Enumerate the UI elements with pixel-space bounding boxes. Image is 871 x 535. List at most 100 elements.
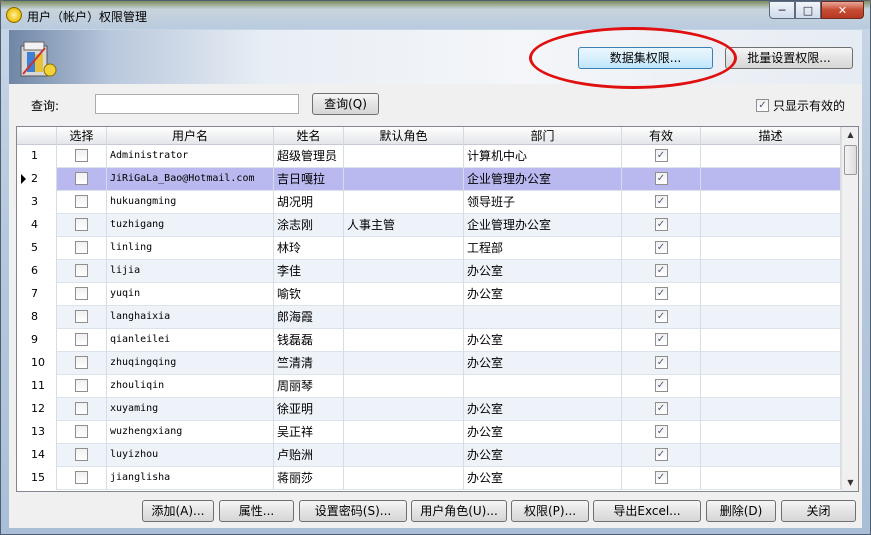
valid-cell[interactable]: ✓ (622, 398, 701, 421)
select-cell[interactable] (57, 191, 107, 214)
select-checkbox[interactable] (75, 218, 88, 231)
close-window-button[interactable]: ✕ (821, 1, 864, 19)
valid-cell[interactable]: ✓ (622, 191, 701, 214)
title-bar[interactable]: 用户（帐户）权限管理 ─ □ ✕ (1, 1, 870, 29)
valid-cell[interactable]: ✓ (622, 421, 701, 444)
select-cell[interactable] (57, 283, 107, 306)
maximize-button[interactable]: □ (795, 1, 821, 19)
row-number[interactable]: 10 (17, 352, 57, 375)
row-number[interactable]: 1 (17, 145, 57, 168)
valid-cell[interactable]: ✓ (622, 306, 701, 329)
table-row[interactable]: 5 linling 林玲 工程部 ✓ (17, 237, 841, 260)
valid-cell[interactable]: ✓ (622, 168, 701, 191)
table-row[interactable]: 11 zhouliqin 周丽琴 ✓ (17, 375, 841, 398)
row-number[interactable]: 6 (17, 260, 57, 283)
select-checkbox[interactable] (75, 471, 88, 484)
select-cell[interactable] (57, 260, 107, 283)
select-checkbox[interactable] (75, 379, 88, 392)
valid-cell[interactable]: ✓ (622, 352, 701, 375)
valid-checkbox[interactable]: ✓ (654, 402, 668, 415)
properties-button[interactable]: 属性... (219, 500, 294, 522)
select-cell[interactable] (57, 444, 107, 467)
close-button[interactable]: 关闭 (781, 500, 856, 522)
row-number[interactable]: 15 (17, 467, 57, 490)
header-valid[interactable]: 有效 (622, 127, 701, 145)
set-password-button[interactable]: 设置密码(S)... (299, 500, 407, 522)
valid-checkbox[interactable]: ✓ (654, 356, 668, 369)
user-grid[interactable]: 选择 用户名 姓名 默认角色 部门 有效 描述 1 Administrator 超级… (16, 126, 859, 492)
permissions-button[interactable]: 权限(P)... (511, 500, 589, 522)
table-row[interactable]: 4 tuzhigang 涂志刚 人事主管 企业管理办公室 ✓ (17, 214, 841, 237)
minimize-button[interactable]: ─ (769, 1, 795, 19)
valid-cell[interactable]: ✓ (622, 260, 701, 283)
select-checkbox[interactable] (75, 241, 88, 254)
user-roles-button[interactable]: 用户角色(U)... (411, 500, 507, 522)
valid-checkbox[interactable]: ✓ (654, 287, 668, 300)
valid-checkbox[interactable]: ✓ (654, 333, 668, 346)
select-checkbox[interactable] (75, 448, 88, 461)
select-cell[interactable] (57, 352, 107, 375)
search-input[interactable] (95, 94, 299, 114)
select-checkbox[interactable] (75, 333, 88, 346)
select-cell[interactable] (57, 306, 107, 329)
table-row[interactable]: 12 xuyaming 徐亚明 办公室 ✓ (17, 398, 841, 421)
row-number[interactable]: 14 (17, 444, 57, 467)
row-number[interactable]: 2 (17, 168, 57, 191)
select-checkbox[interactable] (75, 402, 88, 415)
search-button[interactable]: 查询(Q) (312, 93, 379, 115)
valid-checkbox[interactable]: ✓ (654, 425, 668, 438)
vertical-scrollbar[interactable]: ▲ ▼ (841, 127, 858, 491)
select-checkbox[interactable] (75, 287, 88, 300)
row-number[interactable]: 7 (17, 283, 57, 306)
select-cell[interactable] (57, 237, 107, 260)
row-number[interactable]: 5 (17, 237, 57, 260)
export-excel-button[interactable]: 导出Excel... (593, 500, 701, 522)
only-valid-filter[interactable]: ✓ 只显示有效的 (756, 97, 845, 114)
valid-cell[interactable]: ✓ (622, 467, 701, 490)
header-description[interactable]: 描述 (701, 127, 841, 145)
row-number[interactable]: 8 (17, 306, 57, 329)
table-row[interactable]: 14 luyizhou 卢贻洲 办公室 ✓ (17, 444, 841, 467)
scroll-down-icon[interactable]: ▼ (843, 475, 858, 491)
header-name[interactable]: 姓名 (274, 127, 344, 145)
select-checkbox[interactable] (75, 195, 88, 208)
delete-button[interactable]: 删除(D) (706, 500, 776, 522)
valid-cell[interactable]: ✓ (622, 329, 701, 352)
select-checkbox[interactable] (75, 264, 88, 277)
batch-permission-button[interactable]: 批量设置权限... (725, 47, 853, 69)
valid-checkbox[interactable]: ✓ (654, 379, 668, 392)
table-row[interactable]: 10 zhuqingqing 竺清清 办公室 ✓ (17, 352, 841, 375)
valid-checkbox[interactable]: ✓ (654, 471, 668, 484)
select-checkbox[interactable] (75, 172, 88, 185)
header-select[interactable]: 选择 (57, 127, 107, 145)
valid-cell[interactable]: ✓ (622, 214, 701, 237)
select-cell[interactable] (57, 421, 107, 444)
valid-checkbox[interactable]: ✓ (654, 218, 668, 231)
table-row[interactable]: 7 yuqin 喻钦 办公室 ✓ (17, 283, 841, 306)
select-cell[interactable] (57, 214, 107, 237)
only-valid-checkbox[interactable]: ✓ (756, 99, 769, 112)
table-row[interactable]: 8 langhaixia 郎海霞 ✓ (17, 306, 841, 329)
table-row[interactable]: 6 lijia 李佳 办公室 ✓ (17, 260, 841, 283)
valid-checkbox[interactable]: ✓ (654, 264, 668, 277)
header-default-role[interactable]: 默认角色 (344, 127, 464, 145)
select-cell[interactable] (57, 168, 107, 191)
valid-cell[interactable]: ✓ (622, 283, 701, 306)
valid-checkbox[interactable]: ✓ (654, 241, 668, 254)
select-checkbox[interactable] (75, 356, 88, 369)
header-username[interactable]: 用户名 (107, 127, 274, 145)
valid-checkbox[interactable]: ✓ (654, 195, 668, 208)
row-number[interactable]: 9 (17, 329, 57, 352)
table-row[interactable]: 1 Administrator 超级管理员 计算机中心 ✓ (17, 145, 841, 168)
table-row[interactable]: 9 qianleilei 钱磊磊 办公室 ✓ (17, 329, 841, 352)
row-number[interactable]: 4 (17, 214, 57, 237)
select-cell[interactable] (57, 329, 107, 352)
row-number[interactable]: 11 (17, 375, 57, 398)
table-row[interactable]: 2 JiRiGaLa_Bao@Hotmail.com 吉日嘎拉 企业管理办公室 ✓ (17, 168, 841, 191)
select-checkbox[interactable] (75, 425, 88, 438)
valid-cell[interactable]: ✓ (622, 375, 701, 398)
select-cell[interactable] (57, 145, 107, 168)
table-row[interactable]: 13 wuzhengxiang 吴正祥 办公室 ✓ (17, 421, 841, 444)
valid-cell[interactable]: ✓ (622, 444, 701, 467)
valid-checkbox[interactable]: ✓ (654, 149, 668, 162)
